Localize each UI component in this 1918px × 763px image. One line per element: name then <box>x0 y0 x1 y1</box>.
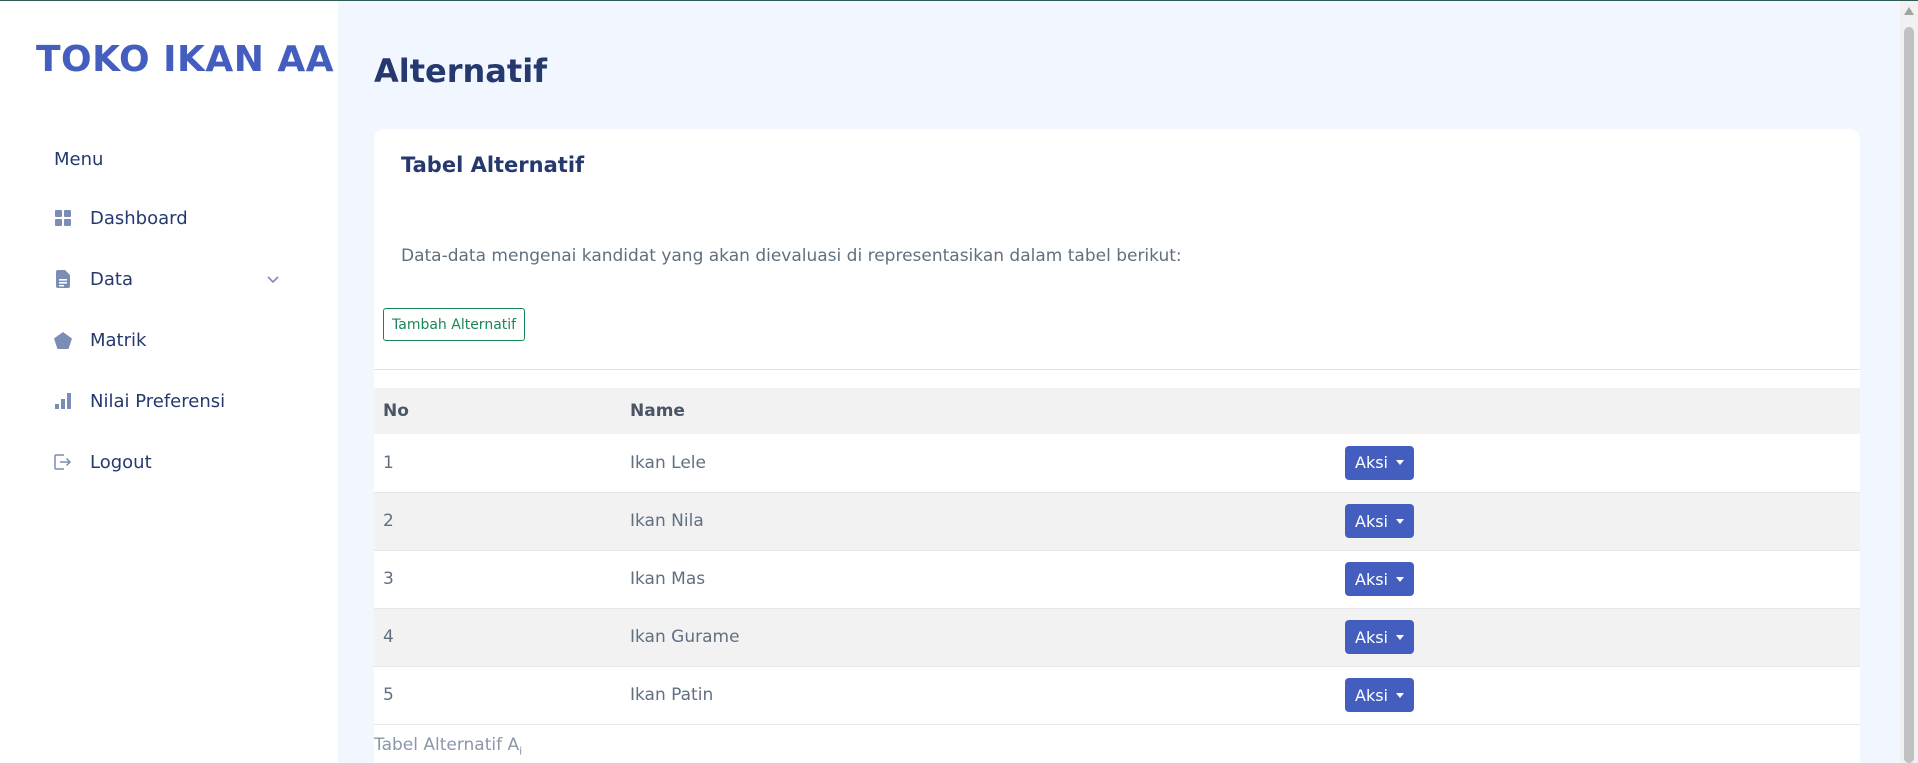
caret-down-icon <box>1396 460 1404 466</box>
caret-down-icon <box>1396 634 1404 640</box>
sidebar-item-dashboard[interactable]: Dashboard <box>54 198 294 238</box>
aksi-dropdown-button[interactable]: Aksi <box>1345 620 1414 654</box>
sidebar-item-data[interactable]: Data <box>54 259 294 299</box>
column-header-action <box>1336 388 1860 434</box>
menu-title: Menu <box>54 149 104 170</box>
sidebar-item-label: Dashboard <box>90 207 188 229</box>
alternatif-card: Tabel Alternatif Data-data mengenai kand… <box>374 129 1860 763</box>
table-row: 1 Ikan Lele Aksi <box>374 434 1860 493</box>
cell-name: Ikan Lele <box>621 434 1336 493</box>
document-icon <box>54 270 72 288</box>
cell-no: 5 <box>374 666 621 725</box>
add-alternatif-button[interactable]: Tambah Alternatif <box>383 308 526 341</box>
brand-logo[interactable]: TOKO IKAN AA <box>36 39 334 80</box>
cell-action: Aksi <box>1336 434 1860 493</box>
pentagon-icon <box>54 331 72 349</box>
cell-name: Ikan Patin <box>621 666 1336 725</box>
table-header-row: No Name <box>374 388 1860 434</box>
aksi-dropdown-button[interactable]: Aksi <box>1345 678 1414 712</box>
column-header-name: Name <box>621 388 1336 434</box>
scrollbar-thumb[interactable] <box>1904 27 1914 763</box>
cell-no: 4 <box>374 608 621 667</box>
caret-down-icon <box>1396 576 1404 582</box>
chevron-down-icon[interactable] <box>266 271 280 285</box>
sidebar-item-label: Data <box>90 268 133 290</box>
grid-icon <box>54 209 72 227</box>
aksi-label: Aksi <box>1355 511 1388 531</box>
table-caption: Tabel Alternatif Ai <box>374 735 522 757</box>
cell-action: Aksi <box>1336 492 1860 551</box>
aksi-dropdown-button[interactable]: Aksi <box>1345 445 1414 480</box>
column-header-no: No <box>374 388 621 434</box>
caret-down-icon <box>1396 518 1404 524</box>
cell-no: 1 <box>374 434 621 493</box>
sidebar-item-label: Matrik <box>90 329 147 351</box>
table-row: 2 Ikan Nila Aksi <box>374 492 1860 551</box>
alternatif-table: No Name 1 Ikan Lele Aksi 2 Ikan Nila Aks… <box>374 388 1860 725</box>
cell-action: Aksi <box>1336 666 1860 725</box>
cell-name: Ikan Nila <box>621 492 1336 551</box>
caret-down-icon <box>1396 692 1404 698</box>
cell-name: Ikan Gurame <box>621 608 1336 667</box>
divider <box>374 369 1860 370</box>
cell-action: Aksi <box>1336 608 1860 667</box>
aksi-label: Aksi <box>1355 627 1388 647</box>
vertical-scrollbar[interactable] <box>1900 1 1918 763</box>
card-description: Data-data mengenai kandidat yang akan di… <box>401 246 1182 266</box>
aksi-label: Aksi <box>1355 569 1388 589</box>
cell-no: 3 <box>374 550 621 609</box>
sidebar-item-logout[interactable]: Logout <box>54 442 294 482</box>
table-row: 3 Ikan Mas Aksi <box>374 550 1860 609</box>
aksi-dropdown-button[interactable]: Aksi <box>1345 562 1414 596</box>
scroll-up-arrow-icon[interactable] <box>1904 7 1914 15</box>
aksi-dropdown-button[interactable]: Aksi <box>1345 504 1414 538</box>
table-row: 5 Ikan Patin Aksi <box>374 666 1860 725</box>
bar-chart-icon <box>54 392 72 410</box>
table-row: 4 Ikan Gurame Aksi <box>374 608 1860 667</box>
aksi-label: Aksi <box>1355 685 1388 705</box>
sidebar-item-matrik[interactable]: Matrik <box>54 320 294 360</box>
sidebar-item-label: Logout <box>90 451 152 473</box>
logout-icon <box>54 453 72 471</box>
caption-subscript: i <box>519 744 523 758</box>
sidebar-item-nilai-preferensi[interactable]: Nilai Preferensi <box>54 381 294 421</box>
cell-name: Ikan Mas <box>621 550 1336 609</box>
caption-text: Tabel Alternatif A <box>374 735 520 755</box>
cell-action: Aksi <box>1336 550 1860 609</box>
sidebar: TOKO IKAN AA Menu Dashboard Data Matrik … <box>0 1 338 763</box>
sidebar-item-label: Nilai Preferensi <box>90 390 226 412</box>
page-title: Alternatif <box>374 52 548 90</box>
aksi-label: Aksi <box>1355 453 1388 473</box>
cell-no: 2 <box>374 492 621 551</box>
card-title: Tabel Alternatif <box>401 153 585 177</box>
